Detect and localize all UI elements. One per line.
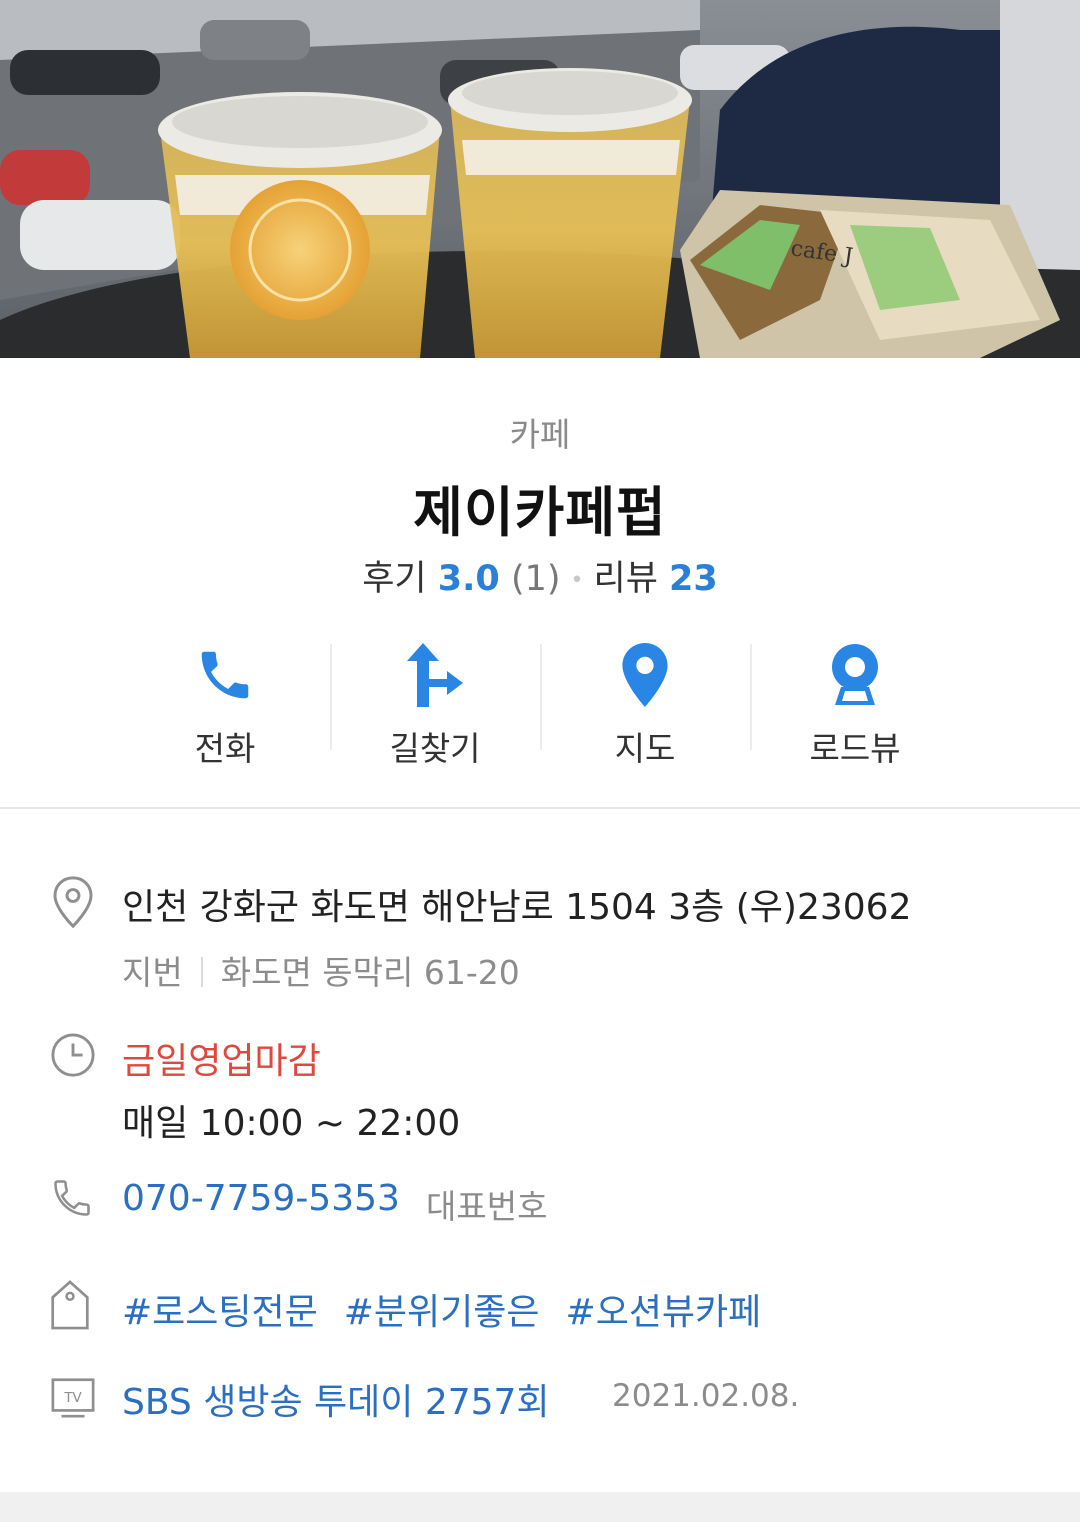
business-hours: 매일 10:00 ~ 22:00 — [122, 1103, 461, 1144]
location-pin-icon — [50, 876, 98, 929]
phone-outline-icon — [50, 1176, 98, 1224]
call-label: 전화 — [194, 729, 256, 768]
phone-number-link[interactable]: 070-7759-5353 — [122, 1178, 400, 1219]
address-text[interactable]: 인천 강화군 화도면 해안남로 1504 3층 (우)23062 — [122, 878, 911, 930]
tag-icon — [50, 1280, 98, 1330]
map-button[interactable]: 지도 — [540, 640, 750, 768]
lot-address: 지번 화도면 동막리 61-20 — [122, 946, 520, 994]
page-title: 제이카페펍 — [413, 481, 667, 544]
call-button[interactable]: 전화 — [120, 640, 330, 768]
review-label: 후기 — [362, 559, 427, 599]
section-divider — [0, 807, 1080, 809]
rating-summary[interactable]: 후기 3.0 (1) • 리뷰 23 — [0, 550, 1080, 601]
tag-ocean-view[interactable]: #오션뷰카페 — [566, 1283, 762, 1335]
directions-icon — [330, 640, 540, 710]
tag-roasting[interactable]: #로스팅전문 — [122, 1283, 318, 1335]
lot-address-label: 지번 — [122, 953, 183, 992]
business-status[interactable]: 금일영업마감 — [122, 1032, 321, 1084]
map-label: 지도 — [614, 729, 676, 768]
action-bar: 전화 길찾기 지도 로드뷰 — [120, 640, 960, 768]
clock-icon — [50, 1032, 98, 1080]
svg-text:TV: TV — [63, 1391, 82, 1406]
map-pin-icon — [540, 640, 750, 710]
lot-separator — [200, 957, 203, 987]
tag-list: #로스팅전문 #분위기좋은 #오션뷰카페 — [122, 1283, 761, 1335]
bottom-section-gap — [0, 1492, 1080, 1522]
roadview-camera-icon — [750, 640, 960, 710]
review-count: (1) — [510, 559, 561, 599]
tv-broadcast-date: 2021.02.08. — [612, 1378, 800, 1414]
roadview-button[interactable]: 로드뷰 — [750, 640, 960, 768]
separator-dot: • — [570, 567, 584, 593]
directions-button[interactable]: 길찾기 — [330, 640, 540, 768]
roadview-label: 로드뷰 — [809, 729, 901, 768]
tag-atmosphere[interactable]: #분위기좋은 — [344, 1283, 540, 1335]
review-score: 3.0 — [437, 559, 500, 599]
place-category: 카페 — [509, 415, 571, 454]
phone-icon — [120, 640, 330, 710]
tv-program-link[interactable]: SBS 생방송 투데이 2757회 — [122, 1373, 550, 1425]
tv-icon: TV — [50, 1374, 98, 1422]
place-photo[interactable]: cafe J — [0, 0, 1080, 358]
phone-number-label: 대표번호 — [426, 1187, 548, 1226]
blog-review-count: 23 — [669, 559, 718, 599]
directions-label: 길찾기 — [389, 729, 481, 768]
lot-address-text: 화도면 동막리 61-20 — [220, 953, 520, 992]
blog-review-label: 리뷰 — [593, 559, 658, 599]
